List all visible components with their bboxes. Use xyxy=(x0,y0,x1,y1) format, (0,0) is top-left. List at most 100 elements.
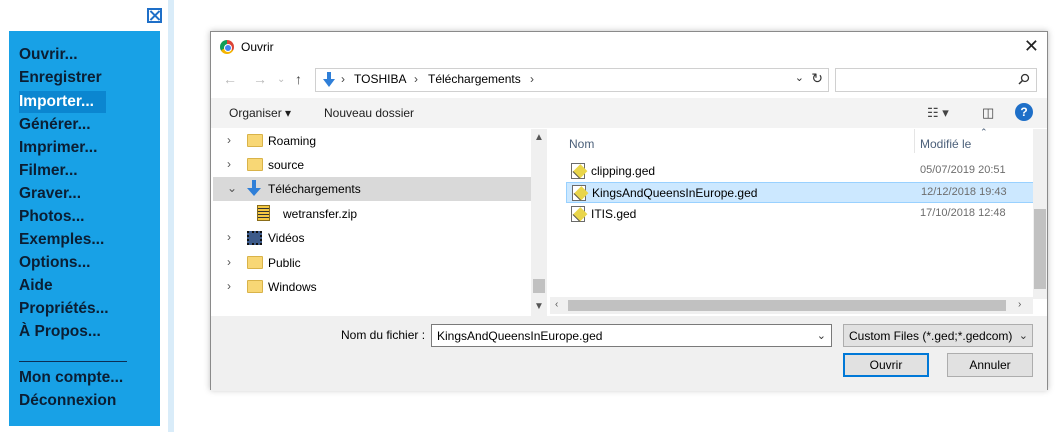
tree-item-source[interactable]: › source xyxy=(213,153,531,177)
file-row-kingsandqueens[interactable]: KingsAndQueensInEurope.ged 12/12/2018 19… xyxy=(566,182,1036,203)
scroll-right-icon[interactable]: › xyxy=(1018,299,1021,310)
scroll-down-icon[interactable]: ▼ xyxy=(534,301,544,312)
search-input[interactable] xyxy=(835,68,1037,92)
expand-chevron-icon[interactable]: › xyxy=(227,133,231,147)
tree-scrollbar[interactable]: ▲ ▼ xyxy=(531,129,547,316)
organize-button[interactable]: Organiser ▾ xyxy=(229,106,291,120)
tree-item-telechargements[interactable]: ⌄ Téléchargements xyxy=(213,177,531,201)
filename-dropdown-icon[interactable]: ⌄ xyxy=(817,329,826,342)
file-modified-date: 17/10/2018 12:48 xyxy=(920,207,1006,219)
expand-chevron-icon[interactable]: › xyxy=(227,230,231,244)
menu-item-ouvrir[interactable]: Ouvrir... xyxy=(19,44,78,66)
panel-divider xyxy=(168,0,174,432)
tree-item-label: wetransfer.zip xyxy=(283,207,358,221)
folder-icon xyxy=(247,158,263,171)
menu-item-a-propos[interactable]: À Propos... xyxy=(19,321,101,343)
expand-chevron-icon[interactable]: › xyxy=(227,279,231,293)
tree-item-roaming[interactable]: › Roaming xyxy=(213,129,531,153)
sort-indicator-icon: ⌃ xyxy=(980,127,988,137)
chrome-icon xyxy=(220,40,234,54)
folder-tree: › Roaming › source ⌄ Téléchargements wet… xyxy=(213,129,548,316)
navigation-bar: ← → ⌄ ↑ › TOSHIBA › Téléchargements › ⌄ … xyxy=(211,66,1047,94)
menu-item-enregistrer[interactable]: Enregistrer xyxy=(19,67,102,89)
tree-item-label: Public xyxy=(268,256,301,270)
file-list: Nom Modifié le ⌃ clipping.ged 05/07/2019… xyxy=(566,127,1036,297)
column-divider[interactable] xyxy=(914,129,915,153)
menu-item-generer[interactable]: Générer... xyxy=(19,114,91,136)
help-icon[interactable]: ? xyxy=(1015,103,1033,121)
expand-chevron-icon[interactable]: › xyxy=(227,157,231,171)
dialog-toolbar: Organiser ▾ Nouveau dossier ☷ ▾ ◫ ? xyxy=(211,98,1047,128)
tree-item-wetransfer-zip[interactable]: wetransfer.zip xyxy=(213,202,531,226)
collapse-chevron-icon[interactable]: ⌄ xyxy=(227,181,237,195)
column-header-name[interactable]: Nom xyxy=(569,137,594,151)
folder-icon xyxy=(247,280,263,293)
menu-item-imprimer[interactable]: Imprimer... xyxy=(19,137,97,159)
menu-item-exemples[interactable]: Exemples... xyxy=(19,229,104,251)
column-header-modified[interactable]: Modifié le xyxy=(920,137,971,151)
menu-item-filmer[interactable]: Filmer... xyxy=(19,160,78,182)
scroll-left-icon[interactable]: ‹ xyxy=(555,299,558,310)
file-modified-date: 05/07/2019 20:51 xyxy=(920,164,1006,176)
menu-item-photos[interactable]: Photos... xyxy=(19,206,84,228)
file-name: KingsAndQueensInEurope.ged xyxy=(592,186,758,200)
preview-pane-icon[interactable]: ◫ xyxy=(982,105,994,121)
menu-item-deconnexion[interactable]: Déconnexion xyxy=(19,390,116,412)
close-panel-icon[interactable] xyxy=(147,8,162,23)
dialog-close-icon[interactable]: ✕ xyxy=(1024,36,1039,57)
address-dropdown-icon[interactable]: ⌄ xyxy=(795,71,804,84)
file-list-horizontal-scrollbar[interactable]: ‹ › xyxy=(550,297,1033,314)
back-arrow-icon[interactable]: ← xyxy=(223,71,237,87)
menu-divider xyxy=(19,361,127,362)
file-list-vertical-thumb[interactable] xyxy=(1034,209,1046,289)
dialog-title: Ouvrir xyxy=(241,40,274,54)
file-row-itis[interactable]: ITIS.ged 17/10/2018 12:48 xyxy=(566,204,1036,225)
tree-item-label: Windows xyxy=(268,280,317,294)
open-button[interactable]: Ouvrir xyxy=(843,353,929,377)
file-row-clipping[interactable]: clipping.ged 05/07/2019 20:51 xyxy=(566,161,1036,182)
refresh-icon[interactable]: ↻ xyxy=(811,70,823,87)
breadcrumb-toshiba[interactable]: TOSHIBA xyxy=(354,72,406,86)
address-bar[interactable]: › TOSHIBA › Téléchargements › ⌄ ↻ xyxy=(315,68,829,92)
recent-locations-chevron-icon[interactable]: ⌄ xyxy=(277,74,285,85)
menu-item-proprietes[interactable]: Propriétés... xyxy=(19,298,109,320)
tree-scrollbar-thumb[interactable] xyxy=(533,279,545,293)
folder-icon xyxy=(247,134,263,147)
expand-chevron-icon[interactable]: › xyxy=(227,255,231,269)
file-type-select[interactable]: Custom Files (*.ged;*.gedcom) ⌄ xyxy=(843,324,1033,347)
cancel-button[interactable]: Annuler xyxy=(947,353,1033,377)
video-folder-icon xyxy=(247,231,262,245)
menu-item-mon-compte[interactable]: Mon compte... xyxy=(19,367,123,389)
dialog-footer: Nom du fichier : KingsAndQueensInEurope.… xyxy=(211,316,1047,391)
search-icon xyxy=(1018,73,1030,85)
tree-item-public[interactable]: › Public xyxy=(213,251,531,275)
menu-item-aide[interactable]: Aide xyxy=(19,275,53,297)
breadcrumb-chevron-icon: › xyxy=(530,72,534,86)
downloads-location-icon xyxy=(323,72,335,87)
file-name: ITIS.ged xyxy=(591,207,637,221)
tree-item-label: Roaming xyxy=(268,134,317,148)
new-folder-button[interactable]: Nouveau dossier xyxy=(324,106,414,120)
tree-item-videos[interactable]: › Vidéos xyxy=(213,226,531,250)
folder-icon xyxy=(247,256,263,269)
file-type-value: Custom Files (*.ged;*.gedcom) xyxy=(849,329,1013,343)
forward-arrow-icon[interactable]: → xyxy=(253,71,267,87)
breadcrumb-chevron-icon: › xyxy=(414,72,418,86)
filename-input[interactable]: KingsAndQueensInEurope.ged ⌄ xyxy=(431,324,832,347)
tree-item-label: Vidéos xyxy=(268,231,305,245)
file-list-vertical-scrollbar[interactable] xyxy=(1033,129,1047,299)
tree-item-label: Téléchargements xyxy=(268,182,361,196)
tree-item-windows[interactable]: › Windows xyxy=(213,275,531,299)
file-type-dropdown-icon[interactable]: ⌄ xyxy=(1019,329,1028,342)
view-options-icon[interactable]: ☷ ▾ xyxy=(927,105,949,121)
scroll-up-icon[interactable]: ▲ xyxy=(534,132,544,143)
menu-item-importer[interactable]: Importer... xyxy=(19,91,106,113)
file-list-horizontal-thumb[interactable] xyxy=(568,300,1006,311)
ged-file-icon xyxy=(571,163,585,179)
up-arrow-icon[interactable]: ↑ xyxy=(295,71,302,87)
zip-icon xyxy=(257,205,270,221)
filename-value: KingsAndQueensInEurope.ged xyxy=(437,329,603,343)
menu-item-options[interactable]: Options... xyxy=(19,252,90,274)
breadcrumb-telechargements[interactable]: Téléchargements xyxy=(428,72,521,86)
menu-item-graver[interactable]: Graver... xyxy=(19,183,81,205)
